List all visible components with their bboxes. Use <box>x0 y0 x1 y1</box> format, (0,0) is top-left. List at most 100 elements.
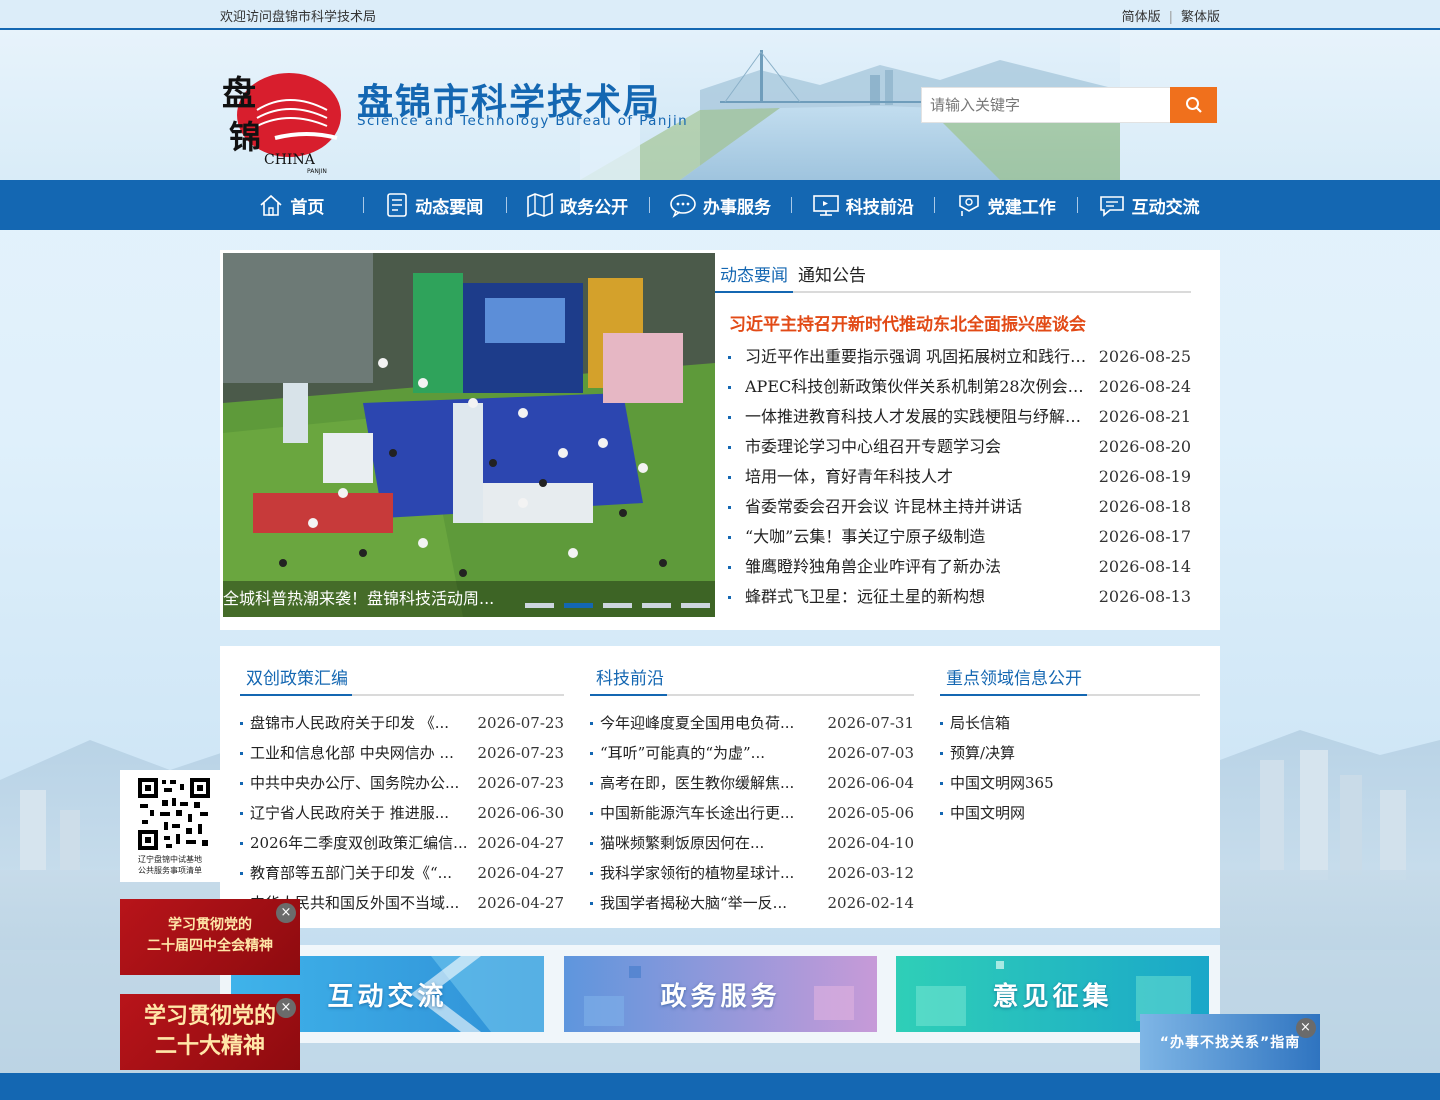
list-item[interactable]: 我科学家领衔的植物星球计... 2026-03-12 <box>590 858 914 888</box>
nav-gov-affairs[interactable]: 政务公开 <box>505 180 649 230</box>
list-item[interactable]: 中国文明网 <box>940 798 1200 828</box>
list-item[interactable]: 我国学者揭秘大脑“举一反... 2026-02-14 <box>590 888 914 918</box>
item-date: 2026-04-27 <box>477 864 564 882</box>
list-item[interactable]: 一体推进教育科技人才发展的实践梗阻与纾解路径 2026-08-21 <box>725 402 1191 432</box>
slide-dot[interactable] <box>525 603 554 608</box>
item-title[interactable]: 今年迎峰度夏全国用电负荷... <box>600 708 794 738</box>
simplified-link[interactable]: 简体版 <box>1122 10 1161 25</box>
nav-interaction[interactable]: 互动交流 <box>1077 180 1220 230</box>
list-item[interactable]: 2026年二季度双创政策汇编信... 2026-04-27 <box>240 828 564 858</box>
list-item[interactable]: 高考在即，医生教你缓解焦... 2026-06-04 <box>590 768 914 798</box>
search-input[interactable] <box>921 87 1170 123</box>
study-plenary-banner[interactable]: 学习贯彻党的 二十届四中全会精神 × <box>120 899 300 975</box>
slide-dot[interactable] <box>642 603 671 608</box>
nav-news[interactable]: 动态要闻 <box>362 180 506 230</box>
tab-notices[interactable]: 通知公告 <box>798 261 866 286</box>
list-item[interactable]: 市委理论学习中心组召开专题学习会 2026-08-20 <box>725 432 1191 462</box>
banner-gov-services[interactable]: 政务服务 <box>564 956 877 1032</box>
list-item[interactable]: 中国文明网365 <box>940 768 1200 798</box>
nav-home[interactable]: 首页 <box>220 180 363 230</box>
news-title[interactable]: 雏鹰瞪羚独角兽企业咋评有了新办法 <box>745 552 1095 582</box>
news-list: 习近平作出重要指示强调 巩固拓展树立和践行正确政绩观学习教育成果 2026-08-… <box>725 342 1191 612</box>
traditional-link[interactable]: 繁体版 <box>1181 10 1220 25</box>
item-title[interactable]: 中国文明网365 <box>950 768 1054 798</box>
list-item[interactable]: 盘锦市人民政府关于印发 《... 2026-07-23 <box>240 708 564 738</box>
list-item[interactable]: 预算/决算 <box>940 738 1200 768</box>
item-title[interactable]: 中共中央办公厅、国务院办公... <box>250 768 459 798</box>
list-item[interactable]: 中国新能源汽车长途出行更... 2026-05-06 <box>590 798 914 828</box>
item-title[interactable]: 预算/决算 <box>950 738 1015 768</box>
list-item[interactable]: “耳听”可能真的“为虚”... 2026-07-03 <box>590 738 914 768</box>
list-item[interactable]: 培用一体，育好青年科技人才 2026-08-19 <box>725 462 1191 492</box>
qr-label: 辽宁盘锦中试基地 公共服务事项清单 <box>120 854 220 876</box>
item-title[interactable]: 辽宁省人民政府关于 推进服... <box>250 798 449 828</box>
news-title[interactable]: 省委常委会召开会议 许昆林主持并讲话 <box>745 492 1095 522</box>
news-panel: 全城科普热潮来袭！盘锦科技活动周... 动态要闻 通知公告 习近平主持召开新时代… <box>220 250 1220 630</box>
list-item[interactable]: 今年迎峰度夏全国用电负荷... 2026-07-31 <box>590 708 914 738</box>
frontier-column: 科技前沿 今年迎峰度夏全国用电负荷... 2026-07-31 “耳听”可能真的“… <box>590 660 914 918</box>
list-item[interactable]: APEC科技创新政策伙伴关系机制第28次例会在京召开 2026-08-24 <box>725 372 1191 402</box>
no-connections-guide-banner[interactable]: “办事不找关系”指南 × <box>1140 1014 1320 1070</box>
photo-slider[interactable]: 全城科普热潮来袭！盘锦科技活动周... <box>223 253 715 617</box>
item-title[interactable]: 局长信箱 <box>950 708 1010 738</box>
frontier-title[interactable]: 科技前沿 <box>596 664 664 689</box>
banner-label: 意见征集 <box>992 981 1113 1012</box>
list-item[interactable]: 猫咪频繁剩饭原因何在... 2026-04-10 <box>590 828 914 858</box>
key-info-list: 局长信箱 预算/决算 中国文明网365 中国文明网 <box>940 708 1200 828</box>
item-title[interactable]: “耳听”可能真的“为虚”... <box>600 738 765 768</box>
slide-caption[interactable]: 全城科普热潮来袭！盘锦科技活动周... <box>223 585 494 609</box>
slide-dots <box>525 603 710 608</box>
qr-label-line: 辽宁盘锦中试基地 <box>138 855 202 864</box>
close-button[interactable]: × <box>1296 1018 1316 1038</box>
search-button[interactable] <box>1170 87 1217 123</box>
list-item[interactable]: 局长信箱 <box>940 708 1200 738</box>
key-info-title[interactable]: 重点领域信息公开 <box>946 664 1082 689</box>
list-item[interactable]: 雏鹰瞪羚独角兽企业咋评有了新办法 2026-08-14 <box>725 552 1191 582</box>
news-title[interactable]: “大咖”云集！事关辽宁原子级制造 <box>745 522 1095 552</box>
item-date: 2026-06-30 <box>477 804 564 822</box>
item-date: 2026-07-23 <box>477 774 564 792</box>
study-congress-banner[interactable]: 学习贯彻党的 二十大精神 × <box>120 994 300 1070</box>
news-date: 2026-08-19 <box>1098 467 1191 486</box>
slide-dot[interactable] <box>603 603 632 608</box>
list-item[interactable]: “大咖”云集！事关辽宁原子级制造 2026-08-17 <box>725 522 1191 552</box>
item-title[interactable]: 盘锦市人民政府关于印发 《... <box>250 708 449 738</box>
slide-dot[interactable] <box>681 603 710 608</box>
list-item[interactable]: 工业和信息化部 中央网信办 ... 2026-07-23 <box>240 738 564 768</box>
item-title[interactable]: 2026年二季度双创政策汇编信... <box>250 828 467 858</box>
news-title[interactable]: 蜂群式飞卫星：远征土星的新构想 <box>745 582 1095 612</box>
list-item[interactable]: 省委常委会召开会议 许昆林主持并讲话 2026-08-18 <box>725 492 1191 522</box>
item-title[interactable]: 中国新能源汽车长途出行更... <box>600 798 794 828</box>
item-title[interactable]: 中国文明网 <box>950 798 1025 828</box>
tab-news[interactable]: 动态要闻 <box>720 261 788 286</box>
policy-title[interactable]: 双创政策汇编 <box>246 664 348 689</box>
nav-services[interactable]: 办事服务 <box>648 180 792 230</box>
item-title[interactable]: 猫咪频繁剩饭原因何在... <box>600 828 764 858</box>
list-item[interactable]: 蜂群式飞卫星：远征土星的新构想 2026-08-13 <box>725 582 1191 612</box>
list-item[interactable]: 辽宁省人民政府关于 推进服... 2026-06-30 <box>240 798 564 828</box>
list-item[interactable]: 习近平作出重要指示强调 巩固拓展树立和践行正确政绩观学习教育成果2026-08-… <box>725 342 1191 372</box>
nav-frontier[interactable]: 科技前沿 <box>791 180 934 230</box>
close-button[interactable]: × <box>276 903 296 923</box>
item-title[interactable]: 工业和信息化部 中央网信办 ... <box>250 738 454 768</box>
news-title[interactable]: 培用一体，育好青年科技人才 <box>745 462 1095 492</box>
item-title[interactable]: 我国学者揭秘大脑“举一反... <box>600 888 787 918</box>
monitor-icon <box>813 195 839 216</box>
top-bar: 欢迎访问盘锦市科学技术局 简体版 | 繁体版 <box>0 0 1440 30</box>
item-title[interactable]: 高考在即，医生教你缓解焦... <box>600 768 794 798</box>
item-title[interactable]: 教育部等五部门关于印发《“... <box>250 858 452 888</box>
list-item[interactable]: 教育部等五部门关于印发《“... 2026-04-27 <box>240 858 564 888</box>
headline-link[interactable]: 习近平主持召开新时代推动东北全面振兴座谈会 <box>729 310 1086 335</box>
news-title[interactable]: 市委理论学习中心组召开专题学习会 <box>745 432 1095 462</box>
news-title[interactable]: 一体推进教育科技人才发展的实践梗阻与纾解路径 <box>745 402 1095 432</box>
nav-party[interactable]: 党建工作 <box>934 180 1077 230</box>
item-date: 2026-07-03 <box>827 744 914 762</box>
item-title[interactable]: 我科学家领衔的植物星球计... <box>600 858 794 888</box>
banner-line: 学习贯彻党的 <box>168 917 252 933</box>
news-title[interactable]: APEC科技创新政策伙伴关系机制第28次例会在京召开 <box>745 372 1095 402</box>
slide-dot-active[interactable] <box>564 603 593 608</box>
qr-code-widget[interactable]: 辽宁盘锦中试基地 公共服务事项清单 <box>120 770 220 882</box>
news-title[interactable]: 习近平作出重要指示强调 巩固拓展树立和践行正确政绩观学习教育成果 <box>745 342 1095 372</box>
list-item[interactable]: 中共中央办公厅、国务院办公... 2026-07-23 <box>240 768 564 798</box>
close-button[interactable]: × <box>276 998 296 1018</box>
